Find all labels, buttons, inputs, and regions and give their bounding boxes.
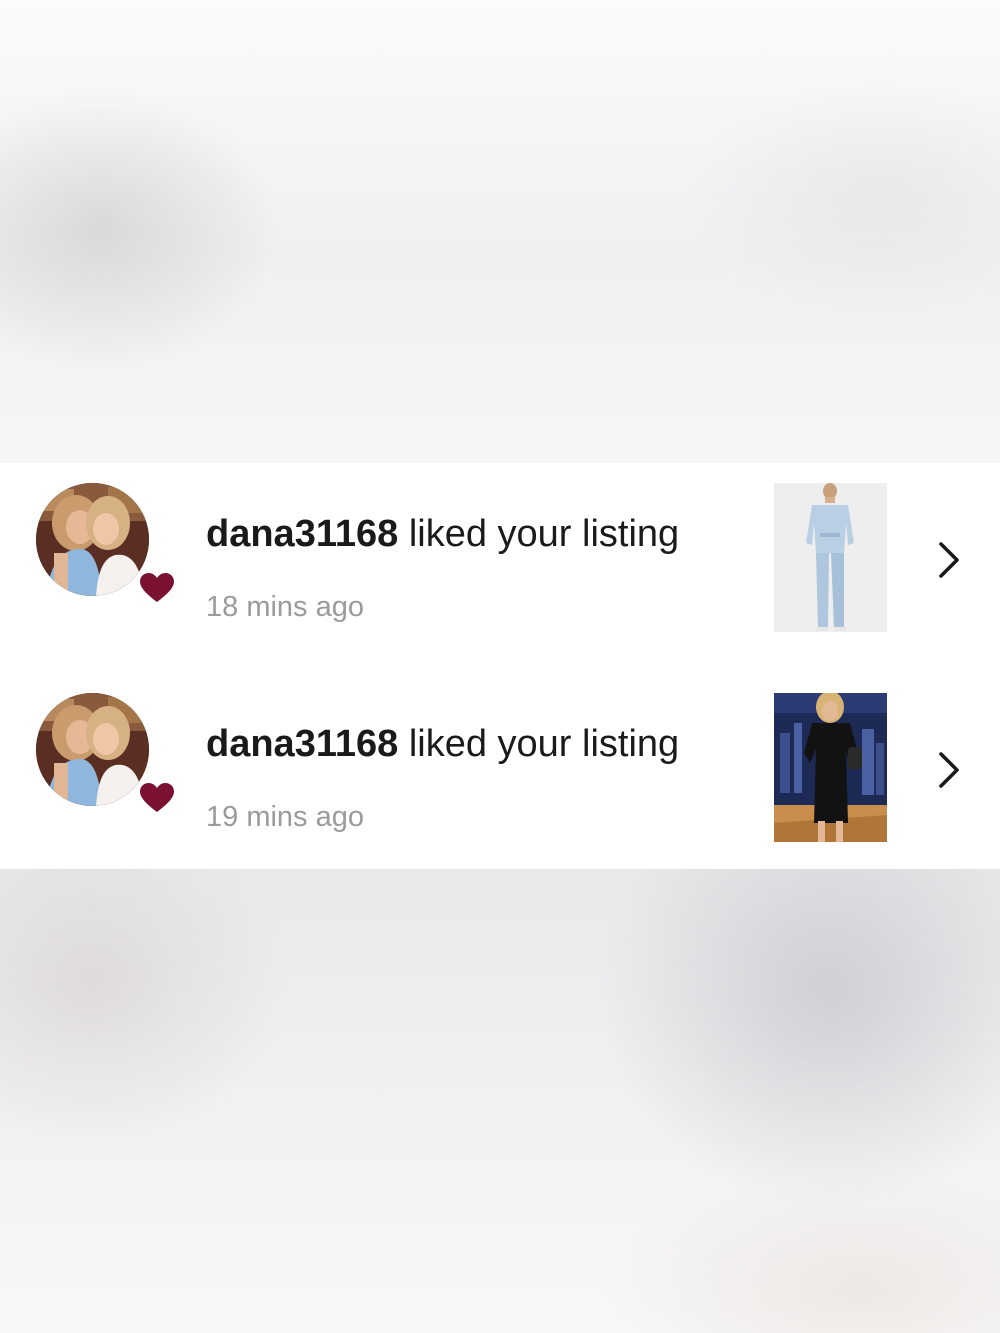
user-avatar[interactable] xyxy=(36,483,176,607)
notification-list: dana31168 liked your listing 18 mins ago xyxy=(0,463,1000,869)
notification-item[interactable]: dana31168 liked your listing 18 mins ago xyxy=(0,463,1000,673)
username[interactable]: dana31168 xyxy=(206,723,398,765)
heart-icon xyxy=(140,783,174,812)
heart-icon xyxy=(140,573,174,602)
heart-badge xyxy=(138,569,176,607)
blurred-background-bottom xyxy=(0,869,1000,1333)
listing-thumbnail[interactable] xyxy=(774,483,887,632)
user-avatar[interactable] xyxy=(36,693,176,817)
blurred-background-top xyxy=(0,0,1000,463)
timestamp: 19 mins ago xyxy=(206,801,364,833)
notification-title: dana31168 liked your listing xyxy=(206,723,679,766)
notification-action: liked your listing xyxy=(408,513,680,555)
avatar-photo xyxy=(36,483,149,596)
notification-item[interactable]: dana31168 liked your listing 19 mins ago xyxy=(0,673,1000,869)
listing-thumbnail[interactable] xyxy=(774,693,887,842)
heart-badge xyxy=(138,779,176,817)
chevron-right-icon[interactable] xyxy=(932,747,966,793)
avatar-photo xyxy=(36,693,149,806)
username[interactable]: dana31168 xyxy=(206,513,398,555)
notification-title: dana31168 liked your listing xyxy=(206,513,679,556)
chevron-right-icon[interactable] xyxy=(932,537,966,583)
notification-action: liked your listing xyxy=(408,723,680,765)
timestamp: 18 mins ago xyxy=(206,591,364,623)
